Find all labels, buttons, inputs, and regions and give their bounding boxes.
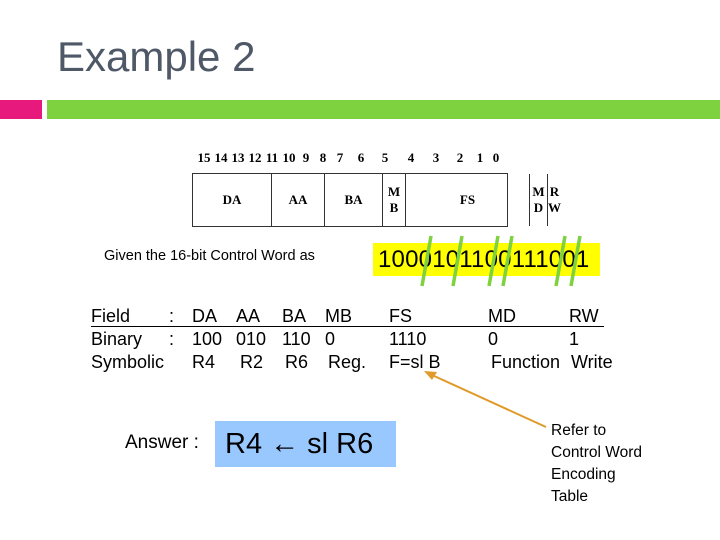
- bit-number: 9: [302, 150, 310, 165]
- note-line: Control Word: [551, 444, 643, 461]
- control-word-diagram: 15 14 13 12 11 10 9 8 7 6 5 4 3 2 1 0 DA AA BA M B FS M D R W: [192, 150, 561, 227]
- symbolic-md: Function: [491, 352, 561, 372]
- note-line: Encoding: [551, 466, 616, 483]
- bit-number: 10: [282, 150, 296, 165]
- field-row-underline: [91, 326, 604, 327]
- row-label-field: Field: [91, 306, 131, 326]
- bit-number: 5: [381, 150, 389, 165]
- bit-number: 12: [248, 150, 262, 165]
- bit-number: 7: [336, 150, 344, 165]
- control-word-value: 1000101100111001: [373, 243, 600, 276]
- binary-mb: 0: [325, 329, 336, 349]
- bit-number: 1: [476, 150, 484, 165]
- bit-number: 11: [265, 150, 279, 165]
- field-fs: FS: [389, 306, 413, 326]
- slide-title: Example 2: [57, 33, 256, 80]
- row-label-binary: Binary: [91, 329, 143, 349]
- bit-number: 0: [492, 150, 500, 165]
- symbolic-ba: R6: [285, 352, 309, 372]
- answer-label: Answer :: [125, 432, 199, 453]
- control-word-box: DA AA BA M B FS M D R W: [192, 173, 561, 227]
- bit-number: 8: [319, 150, 327, 165]
- bit-number: 14: [214, 150, 228, 165]
- given-label: Given the 16-bit Control Word as: [104, 248, 315, 264]
- cw-field-fs: FS: [406, 174, 530, 226]
- symbolic-mb: Reg.: [328, 352, 367, 372]
- bit-number: 6: [357, 150, 365, 165]
- symbolic-aa: R2: [240, 352, 264, 372]
- bit-number: 2: [456, 150, 464, 165]
- bit-number: 13: [231, 150, 245, 165]
- answer-value: R4 ← sl R6: [215, 421, 396, 467]
- arrow-shaft: [431, 374, 547, 428]
- field-da: DA: [192, 306, 218, 326]
- binary-aa: 010: [236, 329, 267, 349]
- field-rw: RW: [569, 306, 599, 326]
- reference-note: Refer to Control Word Encoding Table: [551, 420, 642, 508]
- bit-number: 4: [407, 150, 415, 165]
- row-sep-field: :: [169, 306, 175, 326]
- cw-field-mb: MB: [383, 174, 406, 226]
- cw-field-md: MD: [530, 174, 548, 226]
- cw-field-ba: BA: [325, 174, 383, 226]
- cw-field-aa: AA: [272, 174, 325, 226]
- binary-rw: 1: [569, 329, 580, 349]
- symbolic-da: R4: [192, 352, 216, 372]
- cw-field-rw: RW: [548, 184, 561, 215]
- field-md: MD: [488, 306, 516, 326]
- field-aa: AA: [236, 306, 261, 326]
- row-label-symbolic: Symbolic: [91, 352, 165, 372]
- binary-md: 0: [488, 329, 499, 349]
- binary-ba: 110: [282, 329, 311, 349]
- accent-bar-pink: [0, 100, 42, 119]
- row-sep-binary: :: [169, 329, 175, 349]
- binary-fs: 1110: [389, 329, 427, 349]
- binary-da: 100: [192, 329, 223, 349]
- symbolic-rw: Write: [571, 352, 613, 372]
- note-line: Table: [551, 488, 589, 505]
- bit-number: 3: [432, 150, 440, 165]
- note-line: Refer to: [551, 422, 607, 439]
- cw-field-da: DA: [193, 174, 272, 226]
- field-ba: BA: [282, 306, 307, 326]
- bit-number: 15: [197, 150, 211, 165]
- accent-bar-green: [47, 100, 720, 119]
- symbolic-fs: F=sl B: [389, 352, 441, 372]
- field-mb: MB: [325, 306, 352, 326]
